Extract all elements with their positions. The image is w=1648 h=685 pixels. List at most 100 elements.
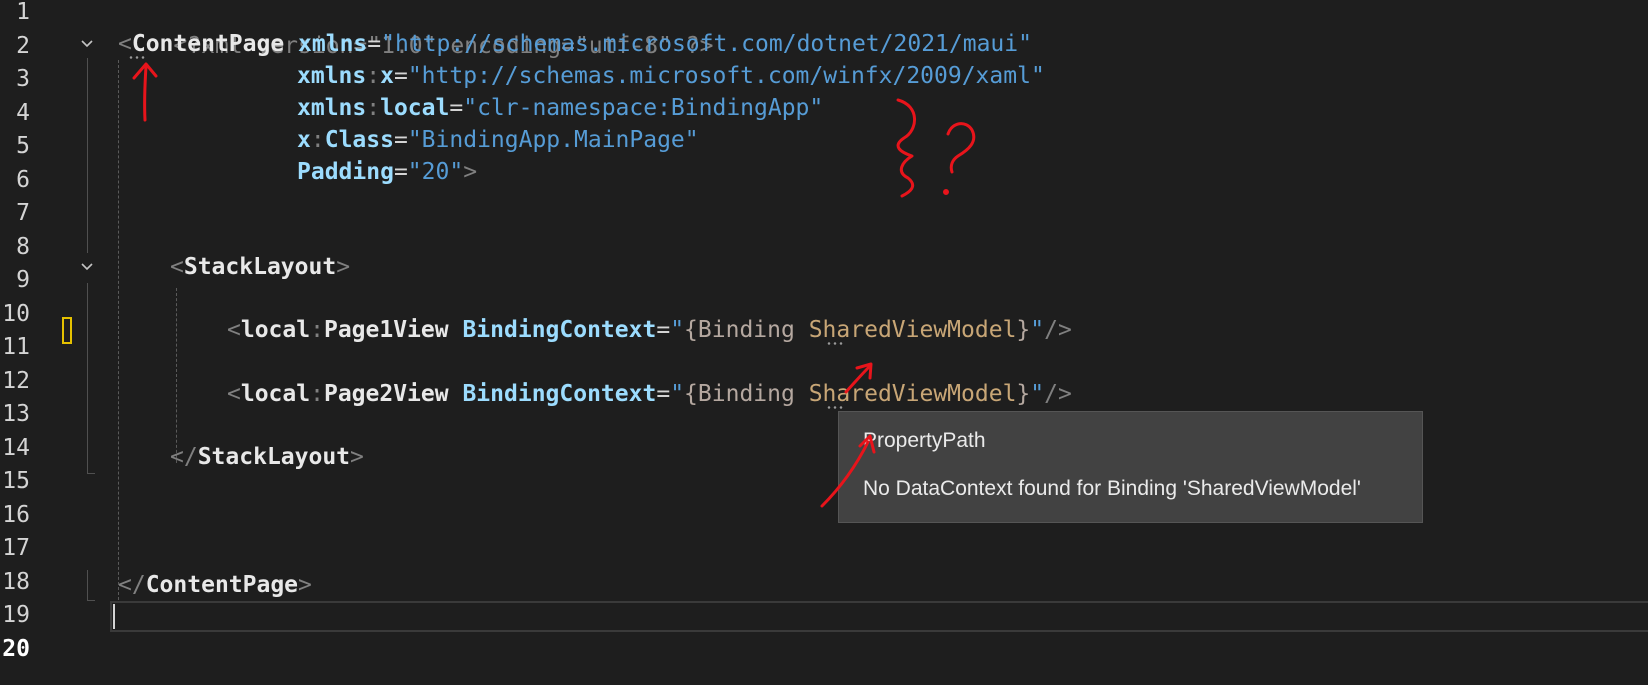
attribute-value: "20" — [407, 159, 464, 185]
equals-sign: = — [393, 127, 408, 153]
annotation-brace — [896, 98, 916, 198]
line-number: 9 — [16, 267, 30, 293]
line-number: 4 — [16, 99, 30, 126]
line-number: 10 — [2, 300, 30, 327]
diagnostic-dots[interactable] — [128, 56, 146, 59]
tag-open-bracket: < — [118, 31, 132, 57]
diagnostic-dots[interactable] — [826, 406, 844, 409]
code-line-19[interactable]: </ContentPage> — [118, 569, 312, 603]
attribute-name: BindingContext — [462, 317, 657, 343]
line-number: 3 — [16, 66, 30, 92]
code-line-11[interactable]: <local:Page1View BindingContext="{Bindin… — [227, 314, 1072, 348]
tag-open-bracket: </ — [118, 572, 146, 598]
tag-open-bracket: < — [227, 381, 241, 407]
code-line-15[interactable]: </StackLayout> — [170, 441, 364, 475]
tag-name: StackLayout — [183, 254, 337, 280]
line-number: 11 — [2, 334, 30, 360]
code-line-9[interactable]: <StackLayout> — [170, 251, 350, 285]
colon: : — [310, 381, 324, 407]
hover-tooltip: PropertyPath No DataContext found for Bi… — [838, 411, 1423, 523]
indent-guide — [176, 288, 177, 463]
colon: : — [310, 317, 324, 343]
tag-self-close: /> — [1044, 381, 1072, 407]
attribute-name: local — [380, 95, 450, 121]
diagnostic-dots[interactable] — [826, 342, 844, 345]
tag-open-bracket: < — [170, 254, 184, 280]
attribute-name: Padding — [297, 159, 394, 185]
attribute-value: "http://schemas.microsoft.com/winfx/2009… — [407, 63, 1045, 89]
tag-name: ContentPage — [145, 572, 299, 598]
quote: " — [1030, 317, 1045, 343]
line-number: 20 — [2, 635, 30, 662]
lightbulb-icon[interactable] — [62, 317, 72, 344]
line-number: 8 — [16, 233, 30, 260]
line-number: 6 — [16, 166, 30, 193]
line-number: 13 — [2, 401, 30, 427]
quote: " — [1030, 381, 1045, 407]
code-line-1[interactable]: <?xml version="1.0" encoding="utf-8" ?> — [118, 0, 713, 59]
markup-brace: } — [1016, 381, 1031, 407]
binding-path[interactable]: SharedViewModel — [809, 317, 1017, 343]
attribute-prefix: xmlns — [297, 63, 367, 89]
markup-brace: { — [684, 317, 698, 343]
tag-self-close: /> — [1044, 317, 1072, 343]
binding-path[interactable]: SharedViewModel — [809, 381, 1017, 407]
line-number: 5 — [16, 133, 30, 159]
tag-name: StackLayout — [197, 444, 351, 470]
line-number: 12 — [2, 367, 30, 394]
code-line-2[interactable]: <ContentPage xmlns="http://schemas.micro… — [118, 28, 1032, 62]
line-number: 2 — [16, 32, 30, 59]
annotation-question-mark — [946, 122, 976, 174]
current-line-highlight — [110, 601, 1648, 632]
attribute-name: Class — [324, 127, 394, 153]
tag-close-bracket: > — [298, 572, 312, 598]
tooltip-message: No DataContext found for Binding 'Shared… — [863, 477, 1361, 500]
tooltip-title: PropertyPath — [863, 429, 986, 452]
attribute-name: BindingContext — [462, 381, 657, 407]
indent-guide — [118, 60, 119, 600]
code-editor[interactable]: 1 2 3 4 5 6 7 8 9 10 11 12 13 14 15 16 17 18 19 20 <?xml ve… — [0, 0, 1648, 685]
colon: : — [366, 63, 381, 89]
equals-sign: = — [393, 159, 408, 185]
line-number: 17 — [2, 535, 30, 561]
code-line-4[interactable]: xmlns:local="clr-namespace:BindingApp" — [297, 92, 823, 126]
tag-close-bracket: > — [336, 254, 351, 280]
code-line-13[interactable]: <local:Page2View BindingContext="{Bindin… — [227, 378, 1072, 412]
tag-open-bracket: </ — [170, 444, 198, 470]
fold-chevron-icon[interactable] — [80, 260, 94, 274]
equals-sign: = — [449, 95, 464, 121]
line-number: 14 — [2, 434, 30, 461]
attribute-name: x — [380, 63, 394, 89]
equals-sign: = — [393, 63, 408, 89]
code-line-5[interactable]: x:Class="BindingApp.MainPage" — [297, 124, 699, 158]
code-line-3[interactable]: xmlns:x="http://schemas.microsoft.com/wi… — [297, 60, 1045, 94]
equals-sign: = — [367, 31, 382, 57]
attribute-value: "BindingApp.MainPage" — [407, 127, 699, 153]
fold-range-end — [87, 473, 95, 474]
tag-namespace: local — [240, 381, 311, 407]
colon: : — [310, 127, 325, 153]
fold-range-line — [87, 283, 88, 473]
quote: " — [670, 317, 685, 343]
line-number: 1 — [16, 0, 30, 25]
attribute-value: "clr-namespace:BindingApp" — [463, 95, 824, 121]
fold-range-line — [87, 570, 88, 600]
attribute-prefix: x — [297, 127, 311, 153]
fold-chevron-icon[interactable] — [80, 37, 94, 51]
line-number: 19 — [2, 602, 30, 628]
tag-namespace: local — [240, 317, 311, 343]
line-number: 18 — [2, 568, 30, 595]
code-line-6[interactable]: Padding="20"> — [297, 156, 477, 190]
tag-close-bracket: > — [463, 159, 478, 185]
tag-close-bracket: > — [350, 444, 364, 470]
equals-sign: = — [656, 317, 671, 343]
fold-range-end — [87, 600, 95, 601]
attribute-prefix: xmlns — [297, 95, 367, 121]
line-number: 7 — [16, 200, 30, 226]
tag-name: Page2View — [323, 381, 449, 407]
line-number: 15 — [2, 468, 30, 494]
tag-open-bracket: < — [227, 317, 241, 343]
markup-brace: } — [1016, 317, 1031, 343]
text-cursor — [113, 604, 115, 629]
colon: : — [366, 95, 381, 121]
